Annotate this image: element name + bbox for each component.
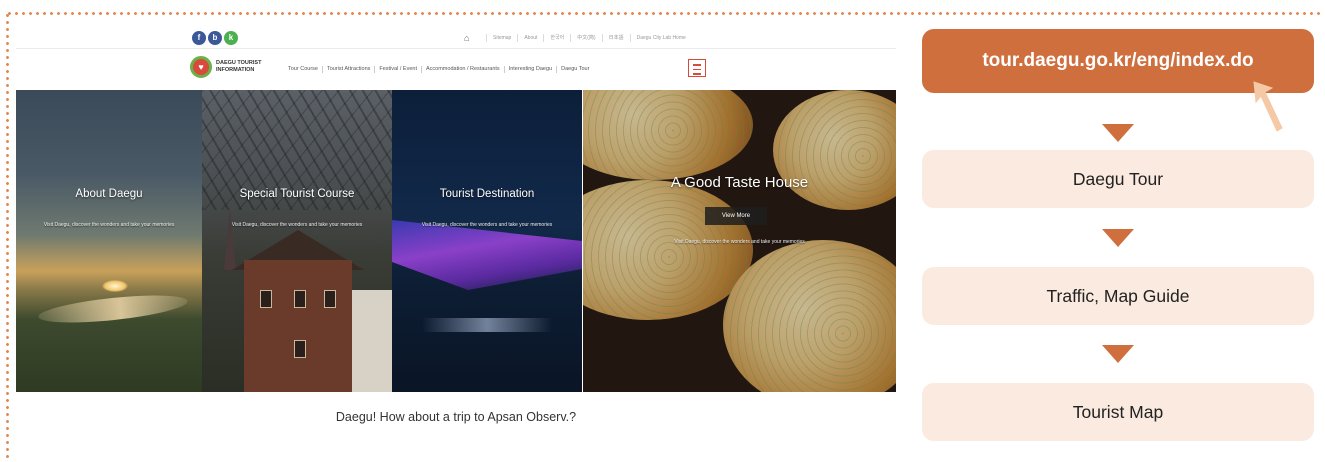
view-more-button[interactable]: View More (705, 207, 767, 225)
white-building-image (352, 290, 392, 392)
mouse-cursor-icon (1253, 81, 1283, 132)
nav-menu: Tour Course Tourist Attractions Festival… (284, 66, 593, 73)
down-arrow-icon (1102, 345, 1134, 363)
main-nav: ♥ DAEGU TOURIST INFORMATION Tour Course … (16, 49, 896, 89)
util-link-sitemap[interactable]: Sitemap (486, 34, 517, 42)
lit-net-image (392, 220, 582, 290)
window-image (260, 290, 272, 308)
step-tourist-map: Tourist Map (922, 383, 1314, 441)
panel-about-daegu[interactable]: About Daegu Visit Daegu, discover the wo… (16, 90, 202, 392)
panel-title: A Good Taste House (670, 174, 809, 191)
nav-item-accommodation[interactable]: Accommodation / Restaurants (421, 66, 504, 73)
util-link-korean[interactable]: 한국어 (543, 34, 570, 42)
nav-item-interesting-daegu[interactable]: Interesting Daegu (503, 66, 556, 73)
brick-house-image (244, 260, 352, 392)
step-traffic-map-guide: Traffic, Map Guide (922, 267, 1314, 325)
panel-subtitle: Visit Daegu, discover the wonders and ta… (43, 222, 175, 228)
nav-item-daegu-tour[interactable]: Daegu Tour (556, 66, 593, 73)
util-link-chinese[interactable]: 中文(简) (570, 34, 601, 42)
util-link-about[interactable]: About (517, 34, 543, 42)
home-icon[interactable]: ⌂ (464, 33, 474, 43)
window-image (294, 340, 306, 358)
kakao-icon[interactable]: k (224, 31, 238, 45)
util-link-japanese[interactable]: 日本語 (601, 34, 630, 42)
night-lights-image (422, 318, 552, 332)
logo-text: DAEGU TOURIST INFORMATION (216, 60, 276, 74)
top-utility-bar: f b k ⌂ Sitemap About 한국어 中文(简) 日本語 Daeg… (16, 27, 896, 49)
panel-subtitle: Visit Daegu, discover the wonders and ta… (231, 222, 363, 228)
panel-good-taste-house[interactable]: A Good Taste House View More Visit Daegu… (583, 90, 896, 392)
site-logo[interactable]: ♥ DAEGU TOURIST INFORMATION (190, 56, 276, 78)
utility-links: ⌂ Sitemap About 한국어 中文(简) 日本語 Daegu City… (464, 33, 692, 43)
nav-item-attractions[interactable]: Tourist Attractions (321, 66, 374, 73)
down-arrow-icon (1102, 124, 1134, 142)
logo-line1: DAEGU TOURIST (216, 60, 262, 66)
down-arrow-icon (1102, 229, 1134, 247)
river-image (37, 290, 189, 328)
panel-subtitle: Visit Daegu, discover the wonders and ta… (421, 222, 553, 228)
panel-subtitle: Visit Daegu, discover the wonders and ta… (674, 239, 805, 245)
step-daegu-tour: Daegu Tour (922, 150, 1314, 208)
logo-heart-icon: ♥ (190, 56, 212, 78)
site-caption: Daegu! How about a trip to Apsan Observ.… (335, 410, 577, 424)
panel-title: Special Tourist Course (239, 188, 355, 200)
facebook-icon[interactable]: f (192, 31, 206, 45)
logo-line2: INFORMATION (216, 67, 255, 73)
panel-tourist-destination[interactable]: Tourist Destination Visit Daegu, discove… (392, 90, 582, 392)
nav-item-festival[interactable]: Festival / Event (374, 66, 421, 73)
nav-item-tour-course[interactable]: Tour Course (284, 66, 322, 73)
panel-title: About Daegu (75, 188, 143, 200)
dotted-border-left (6, 12, 9, 462)
dotted-border-top (6, 12, 1320, 15)
window-image (324, 290, 336, 308)
blog-icon[interactable]: b (208, 31, 222, 45)
window-image (294, 290, 306, 308)
sunset-image (102, 280, 128, 292)
panel-special-tourist-course[interactable]: Special Tourist Course Visit Daegu, disc… (202, 90, 392, 392)
website-screenshot: f b k ⌂ Sitemap About 한국어 中文(简) 日本語 Daeg… (16, 27, 896, 459)
panel-title: Tourist Destination (439, 188, 535, 200)
util-link-city-home[interactable]: Daegu City Lab Home (629, 34, 692, 42)
hamburger-menu-icon[interactable] (688, 59, 706, 77)
